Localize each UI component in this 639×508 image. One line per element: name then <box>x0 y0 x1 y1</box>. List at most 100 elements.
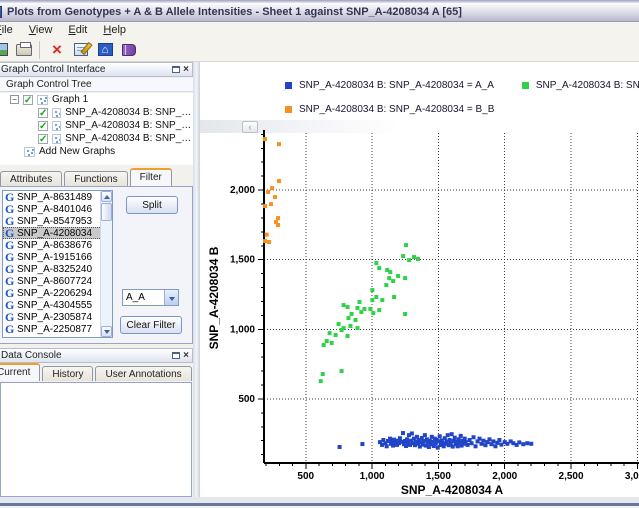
tree-item-graph1[interactable]: − ✓ Graph 1 <box>0 93 193 106</box>
print-icon-button[interactable] <box>13 40 35 60</box>
annotate-icon-button[interactable] <box>70 40 92 60</box>
genotype-g-icon: G <box>5 213 15 228</box>
snp-id-label: SNP_A-8401046 <box>17 203 93 215</box>
genotype-g-icon: G <box>5 309 15 324</box>
tree-expander-icon[interactable]: − <box>10 95 19 104</box>
y-tick-label: 1,500 <box>230 255 255 266</box>
menu-file[interactable]: File <box>0 23 21 37</box>
float-panel-icon[interactable] <box>172 352 181 359</box>
plot-region: ‹ SNP_A-4208034 B: SNP_A-4208034 = A_A SN… <box>200 62 639 497</box>
gridlines <box>264 133 639 463</box>
delete-icon: × <box>52 39 62 59</box>
x-axis-label: SNP_A-4208034 A <box>401 483 504 497</box>
series-checkbox[interactable]: ✓ <box>38 133 48 144</box>
tab-attributes[interactable]: Attributes <box>0 171 63 186</box>
snp-list-item[interactable]: G SNP_A-4304555 <box>3 299 112 311</box>
snp-list-item[interactable]: G SNP_A-4208034 <box>3 227 112 239</box>
close-panel-icon[interactable]: × <box>183 64 189 74</box>
snp-id-label: SNP_A-8607724 <box>17 275 93 287</box>
screenshot-viewport: Plots from Genotypes + A & B Allele Inte… <box>0 0 639 508</box>
genotype-g-icon: G <box>5 225 15 240</box>
genotype-g-icon: G <box>5 237 15 252</box>
genotype-g-icon: G <box>5 249 15 264</box>
snp-list-item[interactable]: G SNP_A-8547953 <box>3 215 112 227</box>
snp-list-item[interactable]: G SNP_A-2305874 <box>3 311 112 323</box>
tree-item-series[interactable]: ✓ SNP_A-4208034 B: SNP_A-42080... <box>0 119 193 132</box>
home-icon-button[interactable]: ⌂ <box>94 40 116 60</box>
menu-view[interactable]: View <box>21 23 61 37</box>
data-console-tab-bar: Current History User Annotations <box>0 363 194 381</box>
panel-splitter[interactable] <box>193 62 200 497</box>
filter-tab-bar: Attributes Functions Filter <box>0 168 174 186</box>
clear-filter-button-label: Clear Filter <box>126 319 176 331</box>
graph-icon <box>37 94 48 105</box>
snp-id-label: SNP_A-8631489 <box>17 191 93 203</box>
snp-list-item[interactable]: G SNP_A-2206294 <box>3 287 112 299</box>
scatter-series-icon <box>52 133 62 144</box>
export-image-icon <box>0 43 8 56</box>
tab-functions[interactable]: Functions <box>64 171 128 186</box>
graph-control-panel-header: Graph Control Interface × <box>0 62 193 77</box>
snp-list-item[interactable]: G SNP_A-8607724 <box>3 275 112 287</box>
graph-control-panel-title: Graph Control Interface <box>1 64 106 75</box>
snp-id-label: SNP_A-4208034 <box>17 227 93 239</box>
close-panel-icon[interactable]: × <box>183 350 189 360</box>
tab-filter[interactable]: Filter <box>129 168 172 186</box>
snp-list-item[interactable]: G SNP_A-8401046 <box>3 203 112 215</box>
dropdown-arrow-icon[interactable] <box>164 290 178 305</box>
genotype-g-icon: G <box>5 321 15 336</box>
x-tick-label: 500 <box>297 471 314 482</box>
graph-control-tree: −✓Graph 1✓SNP_A-4208034 B: SNP_A-42080..… <box>0 93 193 165</box>
snp-list-item[interactable]: G SNP_A-1915166 <box>3 251 112 263</box>
tab-user-annotations[interactable]: User Annotations <box>95 366 192 381</box>
scatter-plot[interactable]: 500 1,000 1,500 2,000 2,500 3,000 500 1,000 1,50… <box>200 62 639 497</box>
window-bottom-border <box>0 503 639 506</box>
genotype-g-icon: G <box>5 201 15 216</box>
scroll-up-button[interactable] <box>101 191 112 202</box>
snp-id-label: SNP_A-2250877 <box>17 323 93 335</box>
tab-current[interactable]: Current <box>0 363 41 381</box>
series-checkbox[interactable]: ✓ <box>38 107 48 118</box>
tree-item-label: SNP_A-4208034 B: SNP_A-42080... <box>65 133 193 144</box>
genotype-g-icon: G <box>5 297 15 312</box>
x-tick-label: 2,000 <box>492 471 517 482</box>
export-image-icon-button[interactable] <box>0 40 11 60</box>
clear-filter-button[interactable]: Clear Filter <box>120 316 182 334</box>
print-icon <box>16 41 32 56</box>
tree-item-series[interactable]: ✓ SNP_A-4208034 B: SNP_A-42080... <box>0 132 193 145</box>
menu-help[interactable]: Help <box>95 23 134 37</box>
split-button[interactable]: Split <box>126 196 178 214</box>
help-book-icon-button[interactable] <box>118 40 140 60</box>
data-console-title: Data Console <box>1 350 62 361</box>
data-console-output[interactable] <box>0 382 192 497</box>
snp-listbox[interactable]: G SNP_A-8631489 G SNP_A-8401046 G SNP_A-85479… <box>2 190 113 338</box>
tree-item-series[interactable]: ✓ SNP_A-4208034 B: SNP_A-42080... <box>0 106 193 119</box>
x-tick-label: 2,500 <box>559 471 584 482</box>
graph-checkbox[interactable]: ✓ <box>23 94 33 105</box>
tree-item-add-new-graphs[interactable]: Add New Graphs <box>0 145 193 158</box>
scatter-series-a_a <box>337 431 534 450</box>
genotype-filter-dropdown[interactable]: A_A <box>122 289 179 306</box>
title-bar[interactable]: Plots from Genotypes + A & B Allele Inte… <box>0 3 639 22</box>
snp-list-scrollbar[interactable] <box>100 191 112 337</box>
menu-bar: FileViewEditHelp <box>0 22 639 38</box>
scroll-thumb[interactable] <box>101 203 112 221</box>
add-graph-icon <box>24 146 35 157</box>
series-checkbox[interactable]: ✓ <box>38 120 48 131</box>
snp-list-item[interactable]: G SNP_A-8325240 <box>3 263 112 275</box>
snp-list-item[interactable]: G SNP_A-8631489 <box>3 191 112 203</box>
toolbar-separator <box>39 40 40 59</box>
float-panel-icon[interactable] <box>172 66 181 73</box>
delete-icon-button[interactable]: × <box>46 40 68 60</box>
snp-list-item[interactable]: G SNP_A-2250877 <box>3 323 112 335</box>
scatter-series-b_b <box>263 137 281 245</box>
snp-list-item[interactable]: G SNP_A-8638676 <box>3 239 112 251</box>
snp-id-label: SNP_A-1915166 <box>17 251 93 263</box>
menu-edit[interactable]: Edit <box>60 23 95 37</box>
toolbar: × ⌂ <box>0 38 639 62</box>
axis-ticks <box>258 133 638 469</box>
genotype-g-icon: G <box>5 261 15 276</box>
split-button-label: Split <box>142 199 162 211</box>
tab-history[interactable]: History <box>42 366 94 381</box>
scroll-down-button[interactable] <box>101 326 112 337</box>
